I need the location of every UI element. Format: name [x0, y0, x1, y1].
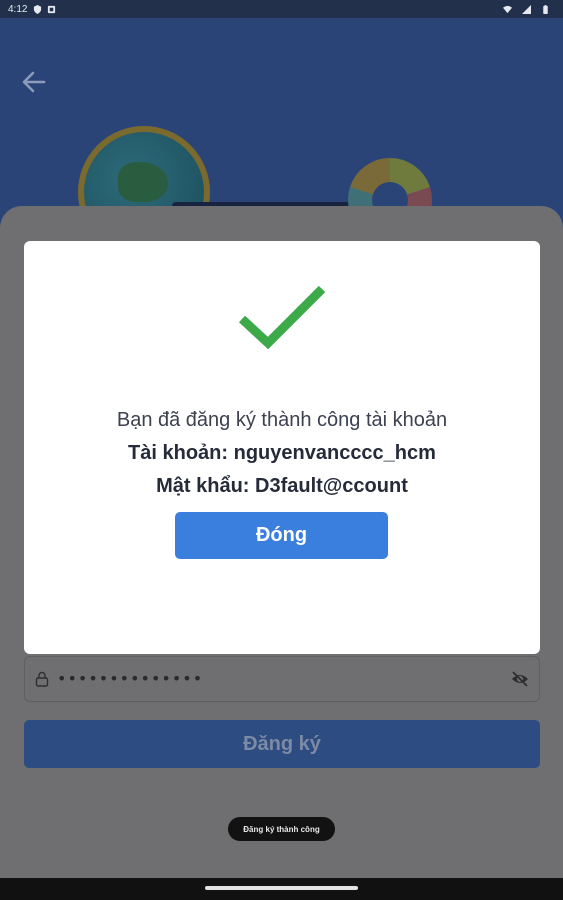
toast-message: Đăng ký thành công [228, 817, 335, 841]
status-bar: 4:12 [0, 0, 563, 18]
checkmark-icon [238, 285, 326, 350]
password-info: Mật khẩu: D3fault@ccount [156, 475, 408, 497]
shield-icon [34, 4, 42, 14]
notification-icon [48, 5, 56, 13]
wifi-icon [503, 5, 512, 13]
home-indicator[interactable] [205, 886, 358, 890]
eye-off-icon[interactable] [511, 671, 529, 687]
back-button[interactable] [20, 68, 48, 96]
close-button[interactable]: Đóng [175, 512, 388, 559]
register-button[interactable]: Đăng ký [24, 720, 540, 768]
lock-icon [35, 671, 49, 687]
battery-icon [543, 4, 548, 14]
account-info: Tài khoản: nguyenvancccc_hcm [128, 442, 436, 464]
navigation-bar [0, 878, 563, 900]
signal-icon [522, 4, 531, 14]
status-icons [503, 4, 555, 14]
status-time: 4:12 [8, 3, 28, 15]
arrow-left-icon [22, 71, 46, 93]
success-dialog: Bạn đã đăng ký thành công tài khoản Tài … [24, 241, 540, 654]
success-message: Bạn đã đăng ký thành công tài khoản [116, 409, 448, 431]
password-value: •••••••••••••• [57, 669, 204, 688]
password-field[interactable]: •••••••••••••• [24, 656, 540, 702]
